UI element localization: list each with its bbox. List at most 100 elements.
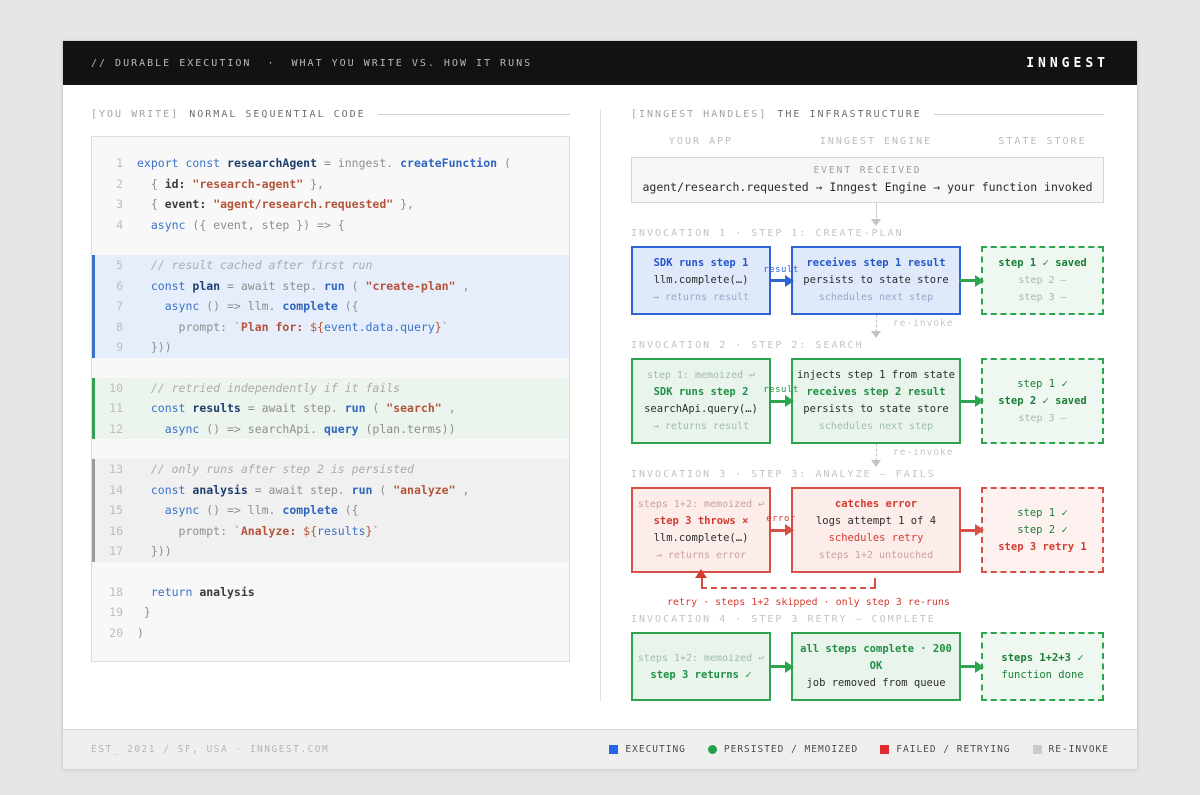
code-token: () => llm. bbox=[199, 299, 282, 313]
code-token: const bbox=[137, 483, 185, 497]
connector-line bbox=[876, 315, 877, 332]
arrow-down-icon bbox=[871, 460, 881, 467]
flow-box-line: searchApi.query(…) bbox=[636, 401, 766, 418]
code-token: async bbox=[137, 218, 185, 232]
code-token: () => searchApi. bbox=[199, 422, 324, 436]
flow-arrow: error bbox=[771, 487, 791, 573]
arrow-right-icon bbox=[961, 279, 981, 282]
footer: EST_ 2021 / SF, USA · INNGEST.COM EXECUT… bbox=[63, 729, 1137, 769]
flow-box-state-store: steps 1+2+3 ✓function done bbox=[981, 632, 1104, 701]
code-text: export const researchAgent = inngest. cr… bbox=[137, 153, 511, 174]
invocation-row: steps 1+2: memoized ↩step 3 throws ×llm.… bbox=[631, 487, 1104, 573]
arrow-down-icon bbox=[871, 219, 881, 226]
arrow-head bbox=[975, 395, 984, 407]
code-token: }, bbox=[393, 197, 414, 211]
arrow-label: result bbox=[763, 385, 799, 395]
code-line: 14 const analysis = await step. run ( "a… bbox=[95, 480, 569, 501]
code-token: async bbox=[137, 422, 199, 436]
code-token: } bbox=[435, 320, 442, 334]
arrow-head bbox=[975, 275, 984, 287]
code-token: plan bbox=[185, 279, 220, 293]
flow-box-line: llm.complete(…) bbox=[636, 530, 766, 547]
line-number: 1 bbox=[95, 153, 123, 174]
code-text: prompt: `Analyze: ${results}` bbox=[137, 521, 379, 542]
event-connector bbox=[631, 203, 1104, 228]
code-line: 12 async () => searchApi. query (plan.te… bbox=[95, 419, 569, 440]
code-token: // retried independently if it fails bbox=[137, 381, 400, 395]
flow-box-line: receives step 1 result bbox=[796, 255, 956, 272]
flow-arrow bbox=[961, 632, 981, 701]
code-token: // result cached after first run bbox=[137, 258, 372, 272]
code-token: return bbox=[137, 585, 192, 599]
flow-box-engine: all steps complete · 200 OKjob removed f… bbox=[791, 632, 961, 701]
code-text: async ({ event, step }) => { bbox=[137, 215, 345, 236]
legend-square-icon bbox=[1033, 745, 1042, 754]
code-text: { event: "agent/research.requested" }, bbox=[137, 194, 414, 215]
code-block: 1 export const researchAgent = inngest. c… bbox=[92, 153, 569, 235]
invocation-label: INVOCATION 3 · STEP 3: ANALYZE — FAILS bbox=[631, 469, 1104, 480]
flow-box-line: catches error bbox=[796, 496, 956, 513]
re-invoke-label: re-invoke bbox=[893, 318, 953, 329]
code-token: analysis bbox=[185, 483, 247, 497]
legend-circle-icon bbox=[708, 745, 717, 754]
code-line: 1 export const researchAgent = inngest. c… bbox=[95, 153, 569, 174]
code-token: const bbox=[137, 401, 185, 415]
flow-box-line: job removed from queue bbox=[796, 675, 956, 692]
arrow-down-icon bbox=[871, 331, 881, 338]
code-panel-title: [YOU WRITE] NORMAL SEQUENTIAL CODE bbox=[91, 109, 570, 120]
line-number: 16 bbox=[95, 521, 123, 542]
flow-box-line: injects step 1 from state bbox=[796, 367, 956, 384]
flow-box-line: logs attempt 1 of 4 bbox=[796, 513, 956, 530]
flow-arrow bbox=[961, 487, 981, 573]
flow-box-line: → returns result bbox=[636, 289, 766, 306]
legend-item: FAILED / RETRYING bbox=[880, 744, 1010, 755]
legend-label: PERSISTED / MEMOIZED bbox=[724, 744, 858, 755]
retry-label: retry · steps 1+2 skipped · only step 3 … bbox=[667, 597, 1104, 608]
line-number: 11 bbox=[95, 398, 123, 419]
legend-item: EXECUTING bbox=[609, 744, 685, 755]
column-header-your-app: YOUR APP bbox=[631, 136, 771, 147]
arrow-right-icon: error bbox=[771, 529, 791, 532]
flow-box-your-app: step 1: memoized ↩SDK runs step 2searchA… bbox=[631, 358, 771, 444]
code-line: 11 const results = await step. run ( "se… bbox=[95, 398, 569, 419]
infrastructure-panel: [INNGEST HANDLES] THE INFRASTRUCTURE YOU… bbox=[601, 109, 1137, 701]
code-text: { id: "research-agent" }, bbox=[137, 174, 324, 195]
top-bar-title: // DURABLE EXECUTION · WHAT YOU WRITE VS… bbox=[91, 58, 532, 69]
flow-box-state-store: step 1 ✓step 2 ✓ savedstep 3 — bbox=[981, 358, 1104, 444]
code-token: ${ bbox=[310, 320, 324, 334]
code-area: 1 export const researchAgent = inngest. c… bbox=[91, 136, 570, 662]
code-token: }, bbox=[303, 177, 324, 191]
flow-arrow bbox=[961, 246, 981, 315]
title-rule bbox=[934, 114, 1104, 115]
code-token: analysis bbox=[192, 585, 254, 599]
code-line: 18 return analysis bbox=[95, 582, 569, 603]
re-invoke-connector: re-invoke bbox=[631, 444, 1104, 469]
code-token: export const bbox=[137, 156, 227, 170]
code-token: ) bbox=[137, 626, 144, 640]
line-number: 9 bbox=[95, 337, 123, 358]
code-line: 4 async ({ event, step }) => { bbox=[95, 215, 569, 236]
flow-box-line: SDK runs step 1 bbox=[636, 255, 766, 272]
code-token: ( bbox=[372, 483, 393, 497]
legend-square-icon bbox=[880, 745, 889, 754]
code-token: results bbox=[317, 524, 365, 538]
code-text: // only runs after step 2 is persisted bbox=[137, 459, 414, 480]
code-token: event: bbox=[165, 197, 207, 211]
footer-meta: EST_ 2021 / SF, USA · INNGEST.COM bbox=[91, 744, 329, 755]
code-token: async bbox=[137, 503, 199, 517]
flow-box-line: step 1: memoized ↩ bbox=[636, 367, 766, 384]
code-token: , bbox=[442, 401, 456, 415]
code-token: results bbox=[185, 401, 240, 415]
event-received-box: EVENT RECEIVED agent/research.requested … bbox=[631, 157, 1104, 203]
code-line: 6 const plan = await step. run ( "create… bbox=[95, 276, 569, 297]
flow-box-line: step 2 ✓ saved bbox=[986, 393, 1099, 410]
flow-box-engine: receives step 1 resultpersists to state … bbox=[791, 246, 961, 315]
retry-connector bbox=[631, 575, 1104, 593]
legend-label: FAILED / RETRYING bbox=[896, 744, 1010, 755]
flow-box-line: step 3 — bbox=[986, 410, 1099, 427]
arrow-label: result bbox=[763, 265, 799, 275]
code-token: ({ bbox=[338, 503, 359, 517]
code-token: })) bbox=[137, 544, 172, 558]
inngest-logo: INNGEST bbox=[1026, 56, 1109, 71]
code-text: ) bbox=[137, 623, 144, 644]
